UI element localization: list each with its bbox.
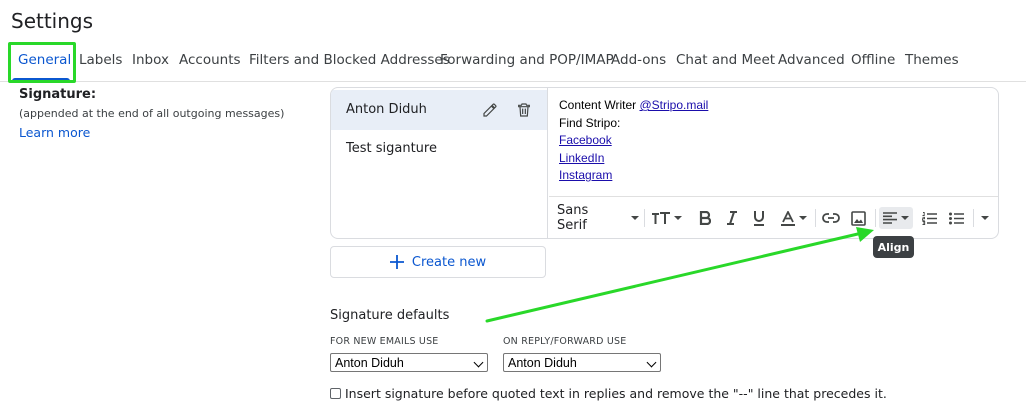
create-new-label: Create new bbox=[411, 254, 487, 270]
new-emails-signature-select[interactable]: Anton Diduh bbox=[330, 353, 488, 372]
chevron-down-icon bbox=[901, 216, 909, 220]
tab-offline[interactable]: Offline bbox=[851, 52, 895, 68]
italic-icon bbox=[727, 211, 737, 225]
editor-line-2: Find Stripo: bbox=[559, 116, 621, 130]
chevron-down-icon bbox=[981, 216, 989, 220]
tab-filters[interactable]: Filters and Blocked Addresses bbox=[249, 52, 450, 68]
signature-item-label: Anton Diduh bbox=[346, 102, 427, 117]
align-tooltip: Align bbox=[873, 236, 914, 258]
toolbar-separator bbox=[875, 209, 876, 227]
create-new-signature-button[interactable]: Create new bbox=[330, 246, 546, 278]
numbered-list-icon bbox=[921, 211, 937, 225]
tab-labels[interactable]: Labels bbox=[79, 52, 122, 68]
tab-highlight-box bbox=[8, 42, 76, 83]
pencil-icon bbox=[483, 103, 497, 117]
learn-more-link[interactable]: Learn more bbox=[19, 125, 90, 140]
font-select-label: Sans Serif bbox=[557, 203, 589, 233]
instagram-link[interactable]: Instagram bbox=[559, 168, 612, 182]
stripo-mail-link[interactable]: @Stripo.mail bbox=[639, 98, 708, 112]
insert-image-button[interactable] bbox=[846, 207, 870, 229]
trash-icon bbox=[518, 103, 530, 117]
tab-chat-meet[interactable]: Chat and Meet bbox=[676, 52, 775, 68]
tab-inbox[interactable]: Inbox bbox=[132, 52, 169, 68]
align-left-icon bbox=[883, 212, 897, 224]
bulleted-list-button[interactable] bbox=[944, 207, 968, 229]
reply-forward-label: ON REPLY/FORWARD USE bbox=[503, 336, 627, 347]
toolbar-separator bbox=[644, 209, 645, 227]
signature-list: Anton Diduh Test siganture bbox=[331, 88, 548, 238]
tab-add-ons[interactable]: Add-ons bbox=[611, 52, 666, 68]
linkedin-link[interactable]: LinkedIn bbox=[559, 151, 604, 165]
insert-link-button[interactable] bbox=[819, 207, 843, 229]
facebook-link[interactable]: Facebook bbox=[559, 133, 612, 147]
chevron-down-icon bbox=[473, 357, 484, 368]
image-icon bbox=[850, 210, 866, 226]
underline-button[interactable] bbox=[747, 207, 771, 229]
bold-icon bbox=[699, 211, 711, 225]
font-select[interactable]: Sans Serif bbox=[557, 203, 639, 233]
editor-line-1-text: Content Writer bbox=[559, 98, 640, 112]
underline-icon bbox=[754, 210, 764, 226]
tab-accounts[interactable]: Accounts bbox=[179, 52, 241, 68]
signature-item-test[interactable]: Test siganture bbox=[346, 141, 437, 156]
page-title: Settings bbox=[11, 9, 94, 33]
text-size-icon bbox=[652, 212, 670, 224]
insert-before-quoted-label: Insert signature before quoted text in r… bbox=[345, 386, 887, 401]
chevron-down-icon bbox=[799, 216, 807, 220]
tab-themes[interactable]: Themes bbox=[905, 52, 959, 68]
chevron-down-icon bbox=[674, 216, 682, 220]
insert-before-quoted-row: Insert signature before quoted text in r… bbox=[330, 386, 887, 401]
signature-item-anton-diduh[interactable]: Anton Diduh bbox=[331, 90, 547, 130]
edit-signature-button[interactable] bbox=[478, 98, 502, 122]
more-formatting-button[interactable] bbox=[977, 207, 993, 229]
editor-line-1: Content Writer @Stripo.mail bbox=[559, 98, 708, 112]
bulleted-list-icon bbox=[948, 212, 964, 224]
new-emails-label: FOR NEW EMAILS USE bbox=[330, 336, 439, 347]
italic-button[interactable] bbox=[720, 207, 744, 229]
toolbar-separator bbox=[815, 209, 816, 227]
tab-advanced[interactable]: Advanced bbox=[778, 52, 845, 68]
bold-button[interactable] bbox=[693, 207, 717, 229]
new-emails-select-value: Anton Diduh bbox=[335, 355, 404, 370]
chevron-down-icon bbox=[646, 357, 657, 368]
link-icon bbox=[822, 213, 840, 223]
signature-note: (appended at the end of all outgoing mes… bbox=[19, 107, 285, 120]
text-color-button[interactable] bbox=[777, 207, 811, 229]
text-color-icon bbox=[781, 210, 795, 226]
insert-before-quoted-checkbox[interactable] bbox=[330, 388, 341, 399]
signature-label: Signature: bbox=[19, 87, 97, 102]
plus-icon bbox=[389, 255, 404, 269]
reply-forward-signature-select[interactable]: Anton Diduh bbox=[503, 353, 661, 372]
tab-forwarding[interactable]: Forwarding and POP/IMAP bbox=[440, 52, 614, 68]
chevron-down-icon bbox=[631, 216, 639, 220]
delete-signature-button[interactable] bbox=[512, 98, 536, 122]
signature-panel: Anton Diduh Test siganture Content Write… bbox=[330, 87, 999, 239]
formatting-toolbar: Sans Serif bbox=[549, 196, 998, 238]
numbered-list-button[interactable] bbox=[917, 207, 941, 229]
signature-editor[interactable]: Content Writer @Stripo.mail Find Stripo:… bbox=[549, 88, 998, 238]
signature-defaults-title: Signature defaults bbox=[330, 308, 450, 323]
font-size-button[interactable] bbox=[651, 207, 683, 229]
toolbar-separator bbox=[973, 209, 974, 227]
align-button[interactable] bbox=[879, 207, 913, 229]
settings-tabs: General Labels Inbox Accounts Filters an… bbox=[0, 44, 1026, 82]
reply-select-value: Anton Diduh bbox=[508, 355, 577, 370]
